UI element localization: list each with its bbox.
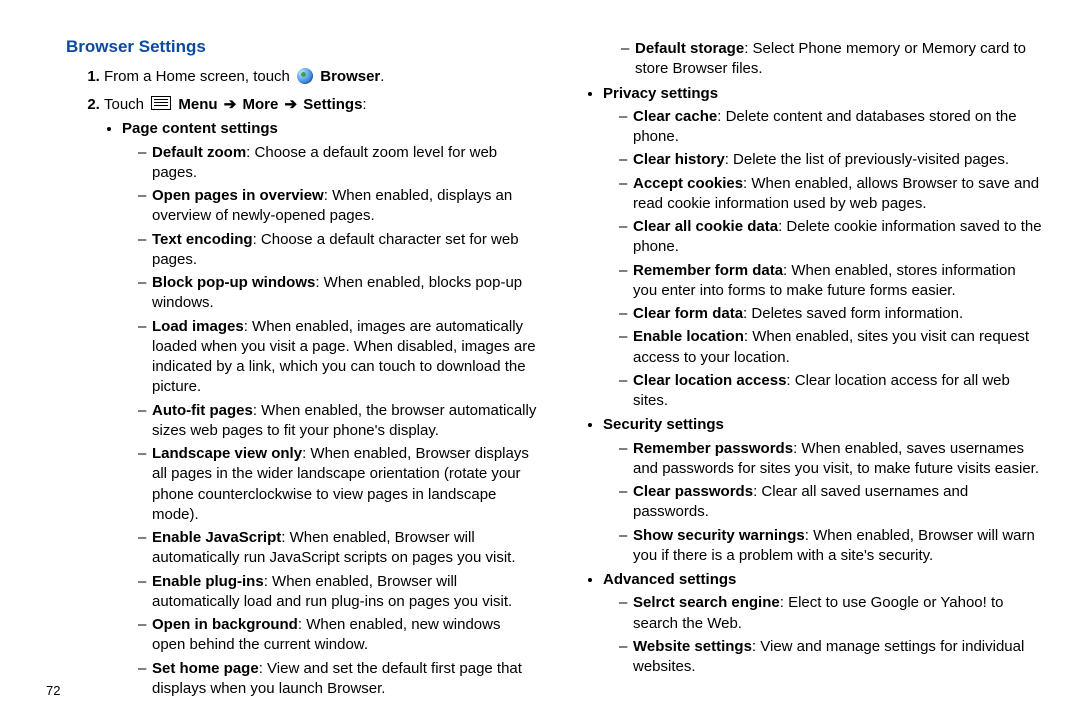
setting-label: Landscape view only [152,445,302,462]
setting-item: Clear all cookie data: Delete cookie inf… [619,217,1044,258]
setting-label: Clear form data [633,305,743,322]
setting-label: Selrct search engine [633,594,780,611]
setting-item: Remember form data: When enabled, stores… [619,261,1044,302]
page-content-tail-list: Default storage: Select Phone memory or … [573,39,1044,80]
setting-item: Open pages in overview: When enabled, di… [138,186,537,227]
setting-label: Remember passwords [633,440,793,457]
setting-item: Set home page: View and set the default … [138,659,537,700]
setting-item: Clear passwords: Clear all saved usernam… [619,482,1044,523]
setting-label: Block pop-up windows [152,274,315,291]
security-group: Security settings Remember passwords: Wh… [603,415,1044,566]
setting-label: Show security warnings [633,527,805,544]
setting-label: Clear passwords [633,483,753,500]
setting-item: Open in background: When enabled, new wi… [138,615,537,656]
setting-label: Load images [152,318,244,335]
setting-label: Clear all cookie data [633,218,778,235]
setting-label: Clear history [633,151,725,168]
setting-item: Load images: When enabled, images are au… [138,317,537,398]
setting-item: Auto-fit pages: When enabled, the browse… [138,401,537,442]
setting-text: Delete the list of previously-visited pa… [733,151,1009,168]
setting-label: Enable location [633,328,744,345]
step-1-prefix: From a Home screen, touch [104,68,294,85]
privacy-group: Privacy settings Clear cache: Delete con… [603,84,1044,412]
step-2-colon: : [362,96,366,113]
step-1: From a Home screen, touch Browser. [104,67,537,87]
step-2-prefix: Touch [104,96,148,113]
setting-label: Set home page [152,660,259,677]
advanced-group: Advanced settings Selrct search engine: … [603,570,1044,677]
browser-globe-icon [297,68,313,84]
page-number: 72 [46,683,60,698]
menu-label: Menu [178,96,217,113]
setting-item: Block pop-up windows: When enabled, bloc… [138,273,537,314]
security-list: Remember passwords: When enabled, saves … [603,439,1044,567]
page-content-group: Page content settings Default zoom: Choo… [122,119,537,699]
setting-item: Landscape view only: When enabled, Brows… [138,444,537,525]
section-title: Browser Settings [66,36,537,59]
menu-icon [151,96,171,110]
arrow-icon: ➔ [224,96,237,113]
step-2: Touch Menu ➔ More ➔ Settings: Page conte… [104,95,537,699]
security-heading: Security settings [603,416,724,433]
setting-label: Remember form data [633,262,783,279]
page-content-section: Page content settings Default zoom: Choo… [104,119,537,699]
setting-item: Enable plug-ins: When enabled, Browser w… [138,572,537,613]
right-column: Default storage: Select Phone memory or … [573,36,1044,707]
setting-item: Clear form data: Deletes saved form info… [619,304,1044,324]
two-column-layout: Browser Settings From a Home screen, tou… [66,36,1044,707]
setting-label: Enable plug-ins [152,573,264,590]
steps-list: From a Home screen, touch Browser. Touch… [72,67,537,699]
privacy-list: Clear cache: Delete content and database… [603,107,1044,412]
right-groups: Privacy settings Clear cache: Delete con… [573,84,1044,678]
setting-text: Deletes saved form information. [751,305,963,322]
setting-item: Show security warnings: When enabled, Br… [619,526,1044,567]
advanced-list: Selrct search engine: Elect to use Googl… [603,593,1044,677]
setting-label: Default storage [635,40,744,57]
setting-item: Text encoding: Choose a default characte… [138,230,537,271]
page-content-heading: Page content settings [122,120,278,137]
page-content-list: Default zoom: Choose a default zoom leve… [122,143,537,700]
setting-label: Default zoom [152,144,246,161]
setting-label: Auto-fit pages [152,402,253,419]
advanced-heading: Advanced settings [603,571,736,588]
setting-item: Enable location: When enabled, sites you… [619,327,1044,368]
arrow-icon: ➔ [284,96,297,113]
setting-item: Clear location access: Clear location ac… [619,371,1044,412]
setting-item: Enable JavaScript: When enabled, Browser… [138,528,537,569]
privacy-heading: Privacy settings [603,85,718,102]
more-label: More [242,96,278,113]
setting-item: Default storage: Select Phone memory or … [621,39,1044,80]
setting-label: Text encoding [152,231,253,248]
browser-app-name: Browser [320,68,380,85]
setting-item: Website settings: View and manage settin… [619,637,1044,678]
setting-item: Remember passwords: When enabled, saves … [619,439,1044,480]
setting-label: Clear location access [633,372,786,389]
setting-label: Open pages in overview [152,187,324,204]
manual-page: Browser Settings From a Home screen, tou… [0,0,1080,720]
setting-item: Accept cookies: When enabled, allows Bro… [619,174,1044,215]
setting-label: Website settings [633,638,752,655]
setting-item: Clear cache: Delete content and database… [619,107,1044,148]
settings-label: Settings [303,96,362,113]
setting-item: Default zoom: Choose a default zoom leve… [138,143,537,184]
setting-label: Enable JavaScript [152,529,281,546]
setting-label: Clear cache [633,108,717,125]
step-1-suffix: . [380,68,384,85]
setting-label: Open in background [152,616,298,633]
setting-item: Selrct search engine: Elect to use Googl… [619,593,1044,634]
left-column: Browser Settings From a Home screen, tou… [66,36,537,707]
setting-item: Clear history: Delete the list of previo… [619,150,1044,170]
setting-label: Accept cookies [633,175,743,192]
